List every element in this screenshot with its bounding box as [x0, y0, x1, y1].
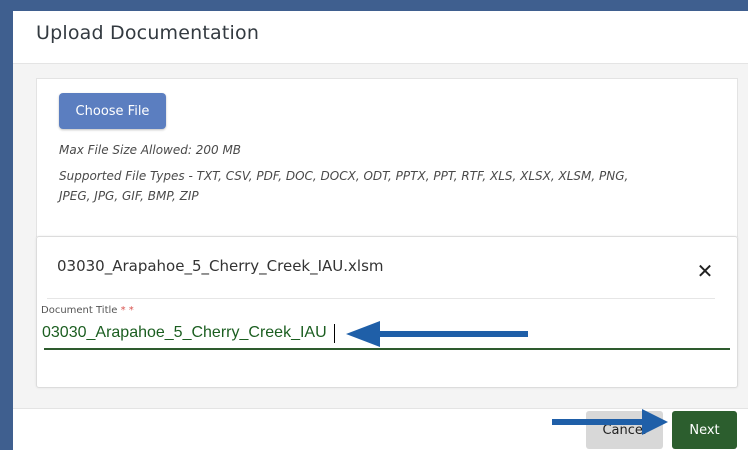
close-icon[interactable]: ✕ [694, 259, 716, 283]
background-frame-left [0, 0, 13, 450]
input-underline [44, 348, 730, 350]
background-frame-top [0, 0, 748, 11]
document-title-label: Document Title * * [41, 305, 134, 316]
file-name: 03030_Arapahoe_5_Cherry_Creek_IAU.xlsm [57, 257, 384, 275]
modal-title: Upload Documentation [36, 22, 260, 44]
max-file-size-text: Max File Size Allowed: 200 MB [59, 143, 242, 157]
selected-file-card: 03030_Arapahoe_5_Cherry_Creek_IAU.xlsm ✕… [36, 236, 738, 388]
modal-body: Choose File Max File Size Allowed: 200 M… [13, 64, 748, 408]
document-title-input[interactable] [40, 321, 732, 345]
next-button[interactable]: Next [672, 411, 737, 449]
cancel-button[interactable]: Cancel [586, 411, 663, 449]
modal-footer: Cancel Next [13, 408, 748, 450]
document-title-label-text: Document Title [41, 305, 118, 316]
upload-documentation-modal: Upload Documentation Choose File Max Fil… [13, 11, 748, 450]
required-marker: * * [120, 305, 134, 316]
divider [47, 298, 715, 299]
supported-types-text: Supported File Types - TXT, CSV, PDF, DO… [59, 169, 629, 183]
choose-file-button[interactable]: Choose File [59, 93, 166, 129]
supported-types-text-continued: JPEG, JPG, GIF, BMP, ZIP [59, 189, 199, 203]
text-cursor [334, 324, 335, 343]
upload-panel: Choose File Max File Size Allowed: 200 M… [36, 78, 738, 237]
modal-header: Upload Documentation [13, 11, 748, 64]
